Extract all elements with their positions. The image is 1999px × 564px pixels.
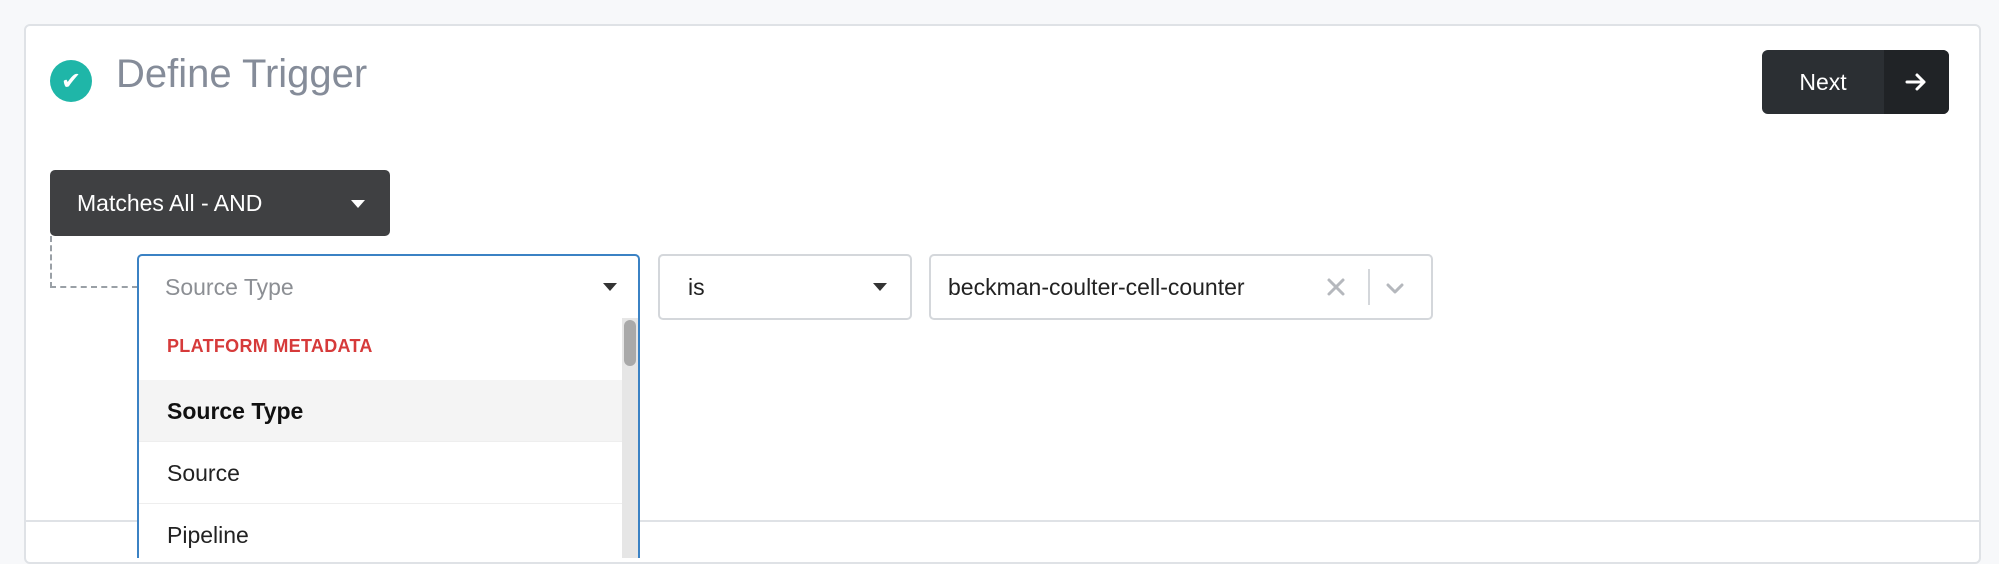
- operator-label: is: [688, 274, 705, 300]
- page-title: Define Trigger: [116, 52, 368, 96]
- value-select[interactable]: beckman-coulter-cell-counter: [929, 254, 1433, 320]
- option-label: Source: [167, 460, 240, 486]
- value-label: beckman-coulter-cell-counter: [948, 274, 1245, 300]
- indicator-separator: [1368, 269, 1370, 305]
- next-button-label: Next: [1799, 69, 1847, 95]
- clear-icon[interactable]: [1324, 275, 1348, 299]
- match-mode-select[interactable]: Matches All - AND: [50, 170, 390, 236]
- option-label: Pipeline: [167, 522, 249, 548]
- operator-select[interactable]: is: [658, 254, 912, 320]
- chevron-down-icon[interactable]: [1383, 276, 1407, 300]
- rule-connector-line: [50, 236, 138, 288]
- caret-down-icon: [603, 283, 617, 291]
- caret-down-icon: [873, 283, 887, 291]
- dropdown-scrollbar-thumb[interactable]: [624, 320, 636, 366]
- option-label: Source Type: [167, 398, 304, 424]
- field-select[interactable]: Source Type: [137, 254, 640, 320]
- arrow-right-icon: [1884, 50, 1949, 114]
- field-dropdown-menu: PLATFORM METADATA Source Type Source Pip…: [137, 318, 640, 558]
- dropdown-option-source[interactable]: Source: [139, 442, 622, 504]
- field-select-placeholder: Source Type: [165, 274, 294, 300]
- match-mode-label: Matches All - AND: [77, 190, 263, 216]
- caret-down-icon: [351, 200, 365, 208]
- next-button[interactable]: Next: [1762, 50, 1949, 114]
- dropdown-group-header: PLATFORM METADATA: [167, 336, 373, 356]
- check-circle-icon: ✔: [50, 60, 92, 102]
- dropdown-option-pipeline[interactable]: Pipeline: [139, 504, 622, 558]
- dropdown-option-source-type[interactable]: Source Type: [139, 380, 622, 442]
